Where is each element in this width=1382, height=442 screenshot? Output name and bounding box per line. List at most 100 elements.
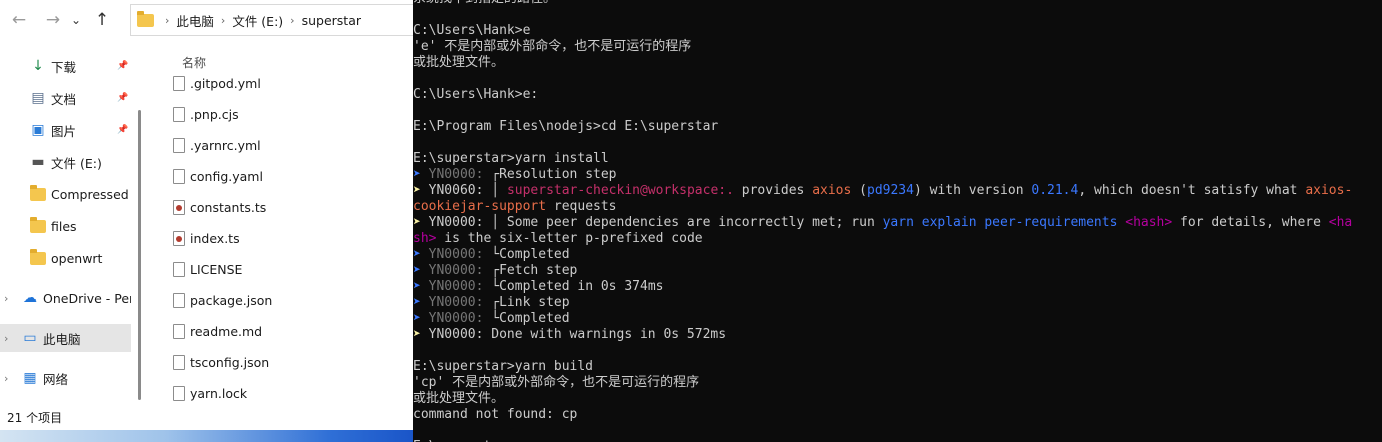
- console-segment: E:\superstar>yarn build: [413, 359, 594, 374]
- console-segment: ➤: [413, 327, 429, 342]
- console-segment: ┌Resolution step: [491, 167, 617, 182]
- pin-icon: 📌: [117, 93, 129, 103]
- sidebar-item[interactable]: openwrt: [0, 244, 131, 272]
- console-line: cookiejar-support requests: [413, 199, 1352, 215]
- console-line: sh> is the six-letter p-prefixed code: [413, 231, 1352, 247]
- console-segment: ┌Link step: [491, 295, 570, 310]
- sidebar-item[interactable]: Compressed: [0, 180, 131, 208]
- sidebar-scrollbar[interactable]: [138, 110, 141, 400]
- console-segment: ┌Fetch step: [491, 263, 578, 278]
- console-segment: ➤: [413, 183, 429, 198]
- console-segment: @workspace:.: [640, 183, 734, 198]
- sidebar-item[interactable]: ↓ 下载 📌: [0, 52, 131, 80]
- sidebar-item[interactable]: ▬ 文件 (E:): [0, 148, 131, 176]
- console-segment: <ha: [1328, 215, 1353, 230]
- console-segment: <hash>: [1125, 215, 1173, 230]
- computer-icon: ▭: [23, 330, 37, 346]
- console-segment: YN0000:: [428, 167, 492, 182]
- file-row[interactable]: LICENSE: [146, 255, 413, 283]
- sidebar-item-label: 文件 (E:): [51, 155, 102, 171]
- file-row[interactable]: .pnp.cjs: [146, 100, 413, 128]
- breadcrumb-item[interactable]: 此电脑: [176, 11, 214, 30]
- console-line: 系统找不到指定的路径。: [413, 0, 1352, 7]
- file-row[interactable]: .yarnrc.yml: [146, 131, 413, 159]
- console-segment: yarn explain peer-requirements: [882, 215, 1126, 230]
- console-line: ➤ YN0000: └Completed in 0s 374ms: [413, 279, 1352, 295]
- download-icon: ↓: [32, 58, 44, 74]
- sidebar-item-label: 此电脑: [43, 331, 81, 347]
- file-row[interactable]: yarn.lock: [146, 379, 413, 407]
- chevron-right-icon[interactable]: ›: [165, 14, 169, 27]
- sidebar-item[interactable]: ▤ 文档 📌: [0, 84, 131, 112]
- console-segment: 0.21.4: [1031, 183, 1079, 198]
- back-arrow-icon[interactable]: ←: [4, 5, 34, 35]
- file-row[interactable]: tsconfig.json: [146, 348, 413, 376]
- sidebar-item[interactable]: files: [0, 212, 131, 240]
- sidebar-item[interactable]: › ▭ 此电脑: [0, 324, 131, 352]
- console-segment: 'cp' 不是内部或外部命令，也不是可运行的程序: [413, 375, 700, 390]
- address-bar[interactable]: › 此电脑 › 文件 (E:) › superstar: [130, 4, 413, 36]
- console-segment: 'e' 不是内部或外部命令，也不是可运行的程序: [413, 39, 692, 54]
- file-row[interactable]: constants.ts: [146, 193, 413, 221]
- file-name: index.ts: [190, 230, 240, 246]
- file-name: .pnp.cjs: [190, 106, 239, 122]
- file-name: readme.md: [190, 323, 263, 339]
- console-segment: YN0000:: [428, 263, 492, 278]
- console-segment: YN0000:: [428, 295, 492, 310]
- console-segment: └Completed: [491, 311, 570, 326]
- sidebar-item[interactable]: › ☁ OneDrive - Pers: [0, 284, 131, 312]
- folder-icon: [30, 184, 46, 202]
- console-line: ➤ YN0000: ┌Fetch step: [413, 263, 1352, 279]
- console-segment: 系统找不到指定的路径。: [413, 0, 556, 6]
- console-segment: YN0060: │: [428, 183, 507, 198]
- command-prompt-window[interactable]: 系统找不到指定的路径。 C:\Users\Hank>e'e' 不是内部或外部命令，…: [413, 0, 1382, 442]
- breadcrumb-item[interactable]: superstar: [302, 13, 361, 28]
- console-line: command not found: cp: [413, 407, 1352, 423]
- console-segment: ➤: [413, 215, 429, 230]
- console-segment: C:\Users\Hank>e: [413, 23, 531, 38]
- console-line: ➤ YN0000: │ Some peer dependencies are i…: [413, 215, 1352, 231]
- recent-dropdown-icon[interactable]: ⌄: [68, 5, 84, 35]
- sidebar-item-label: Compressed: [51, 186, 129, 202]
- chevron-right-icon[interactable]: ›: [290, 14, 294, 27]
- forward-arrow-icon[interactable]: →: [38, 5, 68, 35]
- status-bar: 21 个项目: [7, 411, 63, 425]
- console-line: 或批处理文件。: [413, 391, 1352, 407]
- console-segment: YN0000:: [428, 247, 492, 262]
- sidebar-item[interactable]: › ▦ 网络: [0, 364, 131, 392]
- chevron-right-icon[interactable]: ›: [4, 372, 8, 385]
- navigation-pane: ↓ 下载 📌 ▤ 文档 📌 ▣ 图片 📌 ▬ 文件 (E:) Compressed files openw…: [0, 50, 140, 410]
- ts-file-icon: [173, 230, 185, 246]
- chevron-right-icon[interactable]: ›: [221, 14, 225, 27]
- sidebar-item[interactable]: ▣ 图片 📌: [0, 116, 131, 144]
- chevron-right-icon[interactable]: ›: [4, 292, 8, 305]
- file-row[interactable]: config.yaml: [146, 162, 413, 190]
- file-explorer-window: ← → ⌄ ↑ › 此电脑 › 文件 (E:) › superstar ↓ 下载 📌…: [0, 0, 413, 442]
- console-segment: command not found: cp: [413, 407, 578, 422]
- file-icon: [173, 385, 185, 401]
- ts-file-icon: [173, 199, 185, 215]
- file-row[interactable]: .gitpod.yml: [146, 69, 413, 97]
- breadcrumb-item[interactable]: 文件 (E:): [232, 11, 283, 30]
- console-segment: axios-: [1305, 183, 1353, 198]
- console-line: C:\Users\Hank>e:: [413, 87, 1352, 103]
- console-line: ➤ YN0000: ┌Resolution step: [413, 167, 1352, 183]
- console-segment: requests: [546, 199, 617, 214]
- chevron-right-icon[interactable]: ›: [4, 332, 8, 345]
- console-line: ➤ YN0000: └Completed: [413, 247, 1352, 263]
- console-segment: superstar-checkin: [506, 183, 640, 198]
- console-line: E:\Program Files\nodejs>cd E:\superstar: [413, 119, 1352, 135]
- cloud-icon: ☁: [23, 290, 37, 306]
- file-row[interactable]: index.ts: [146, 224, 413, 252]
- sidebar-item-label: 图片: [51, 123, 77, 139]
- file-row[interactable]: readme.md: [146, 317, 413, 345]
- console-segment: pd9234: [867, 183, 914, 198]
- console-segment: sh>: [413, 231, 437, 246]
- console-segment: ➤: [413, 167, 429, 182]
- file-row[interactable]: package.json: [146, 286, 413, 314]
- sidebar-item-label: 网络: [43, 371, 69, 387]
- up-arrow-icon[interactable]: ↑: [87, 5, 117, 35]
- console-line: ➤ YN0060: │ superstar-checkin@workspace:…: [413, 183, 1352, 199]
- file-icon: [173, 292, 185, 308]
